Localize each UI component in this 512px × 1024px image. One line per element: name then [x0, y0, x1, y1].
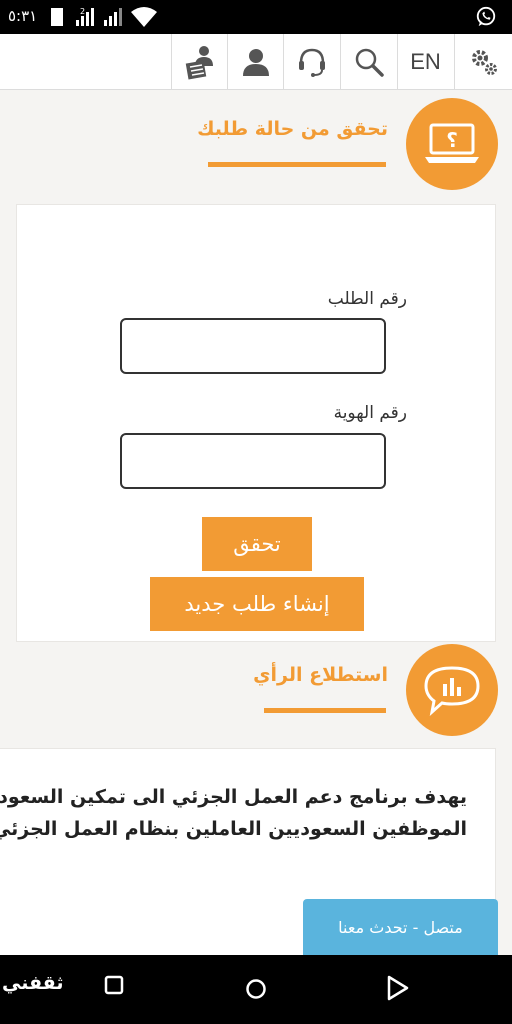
settings-button[interactable] — [454, 34, 512, 90]
whatsapp-icon — [476, 6, 496, 27]
id-number-input[interactable] — [120, 433, 386, 489]
poll-badge — [406, 644, 498, 736]
status-bar: ٥:٣١ 2 — [0, 0, 512, 34]
request-number-label: رقم الطلب — [327, 289, 407, 309]
poll-text-line-2: الموظفين السعوديين العاملين بنظام العمل … — [0, 818, 467, 840]
back-icon[interactable] — [386, 975, 410, 1001]
new-request-button[interactable]: إنشاء طلب جديد — [150, 577, 364, 631]
top-nav: EN — [0, 34, 512, 90]
status-time: ٥:٣١ — [8, 7, 38, 25]
svg-text:؟: ؟ — [446, 128, 458, 152]
support-button[interactable] — [283, 34, 339, 90]
search-icon — [355, 48, 384, 77]
poll-underline — [264, 708, 386, 713]
android-nav-bar — [0, 955, 512, 1024]
wifi-icon — [131, 7, 157, 27]
search-button[interactable] — [340, 34, 396, 90]
poll-description: يهدف برنامج دعم العمل الجزئي الى تمكين ا… — [0, 781, 467, 845]
laptop-question-icon: ؟ — [425, 123, 479, 163]
watermark: ثقفني — [2, 972, 64, 994]
poll-chat-bubble-icon — [424, 666, 480, 716]
request-status-title: تحقق من حالة طلبك — [197, 118, 388, 140]
request-status-form: رقم الطلب رقم الهوية تحقق إنشاء طلب جديد — [16, 204, 496, 642]
poll-text-line-1: يهدف برنامج دعم العمل الجزئي الى تمكين ا… — [0, 786, 467, 808]
language-button[interactable]: EN — [397, 34, 453, 90]
live-chat-button[interactable]: متصل - تحدث معنا — [303, 899, 498, 955]
recents-icon[interactable] — [104, 975, 124, 995]
request-status-badge: ؟ — [406, 98, 498, 190]
settings-icon — [471, 50, 497, 75]
poll-title: استطلاع الرأي — [253, 664, 388, 686]
user-icon — [242, 49, 269, 76]
request-number-input[interactable] — [120, 318, 386, 374]
user-button[interactable] — [227, 34, 283, 90]
request-status-underline — [208, 162, 386, 167]
verify-button[interactable]: تحقق — [202, 517, 312, 571]
signal-icon: 2 — [76, 7, 122, 26]
news-reader-button[interactable] — [171, 34, 227, 90]
support-headset-icon — [298, 48, 325, 77]
id-number-label: رقم الهوية — [333, 403, 407, 423]
svg-text:2: 2 — [80, 7, 85, 16]
home-icon[interactable] — [245, 978, 267, 1000]
news-reader-icon — [185, 46, 213, 80]
sim-card-icon — [51, 8, 63, 26]
